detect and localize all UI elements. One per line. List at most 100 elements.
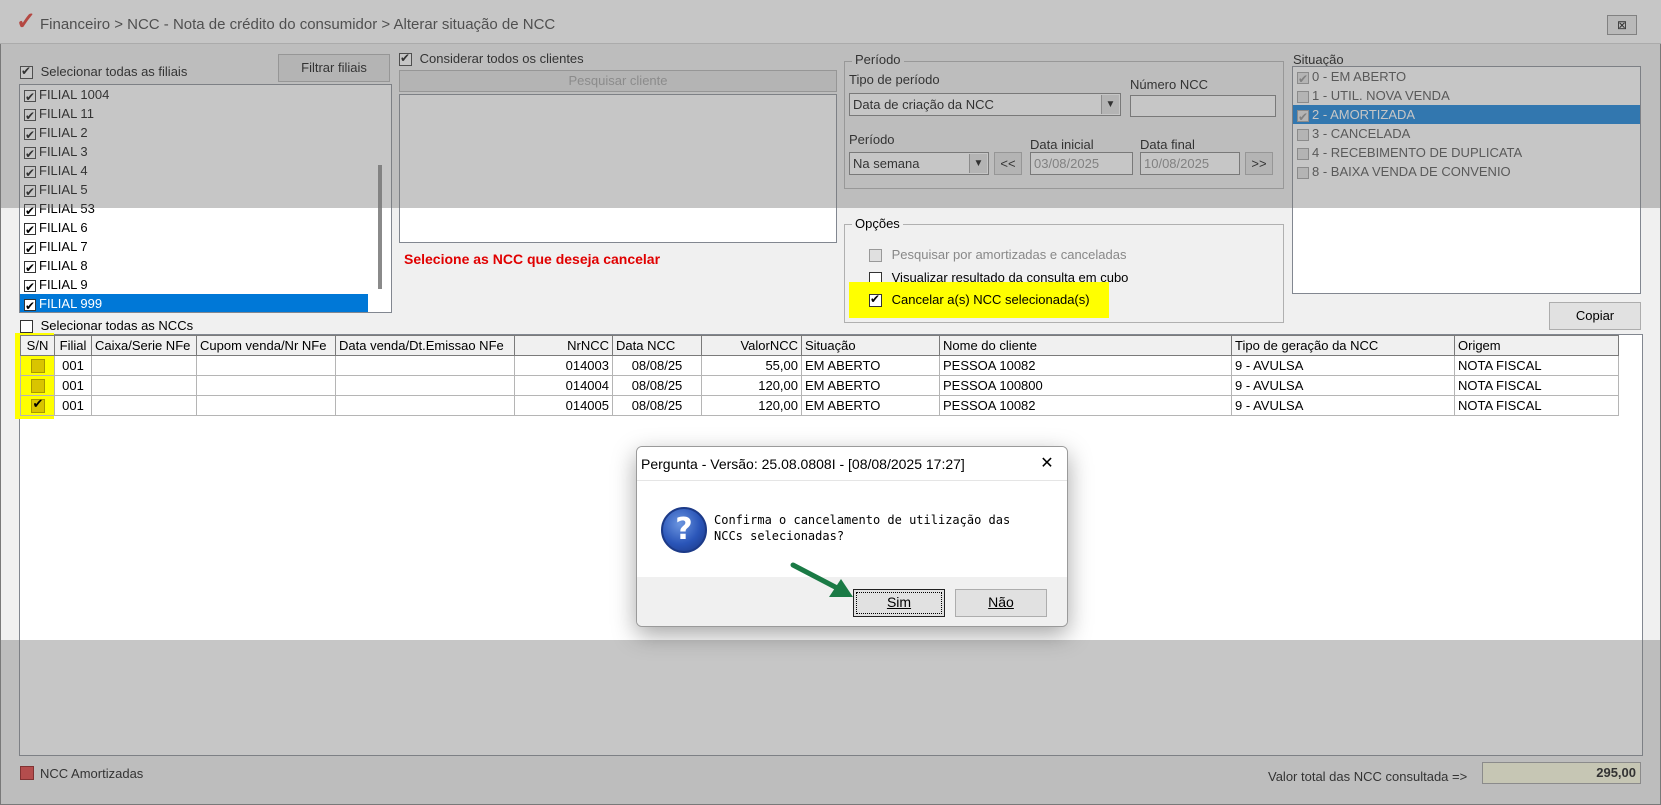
filial-checkbox[interactable]: [24, 126, 36, 145]
option-search-amortized[interactable]: Pesquisar por amortizadas e canceladas: [869, 247, 1126, 263]
filial-item[interactable]: FILIAL 4: [20, 161, 391, 183]
situacao-checkbox[interactable]: [1297, 147, 1309, 160]
cell-valor: 120,00: [701, 395, 802, 416]
option-cancel-selected[interactable]: Cancelar a(s) NCC selecionada(s): [869, 292, 1090, 308]
column-header[interactable]: Data venda/Dt.Emissao NFe: [335, 335, 515, 356]
filial-item[interactable]: FILIAL 7: [20, 237, 391, 259]
filial-item[interactable]: FILIAL 8: [20, 256, 391, 278]
clients-listbox[interactable]: [399, 94, 837, 243]
select-all-nccs[interactable]: Selecionar todas as NCCs: [20, 318, 193, 334]
situacao-item[interactable]: 1 - UTIL. NOVA VENDA: [1293, 86, 1640, 105]
situacao-checkbox[interactable]: [1297, 90, 1309, 103]
filial-checkbox[interactable]: [24, 107, 36, 126]
column-header[interactable]: S/N: [20, 335, 55, 356]
situacao-item[interactable]: 2 - AMORTIZADA: [1293, 105, 1640, 127]
search-client-button[interactable]: Pesquisar cliente: [399, 70, 837, 92]
column-header[interactable]: ValorNCC: [701, 335, 802, 356]
consider-all-clients[interactable]: Considerar todos os clientes: [399, 51, 584, 67]
filial-label: FILIAL 7: [39, 239, 88, 254]
row-select-checkbox[interactable]: [30, 359, 45, 374]
filial-checkbox[interactable]: [24, 240, 36, 259]
cell-situacao: EM ABERTO: [801, 355, 940, 376]
consider-all-clients-checkbox[interactable]: [399, 51, 412, 67]
filial-checkbox[interactable]: [24, 88, 36, 107]
cell-filial: 001: [54, 395, 92, 416]
situacao-listbox[interactable]: 0 - EM ABERTO 1 - UTIL. NOVA VENDA 2 - AMO…: [1292, 66, 1641, 294]
filial-checkbox[interactable]: [24, 183, 36, 202]
select-all-nccs-checkbox[interactable]: [20, 320, 33, 334]
table-row[interactable]: 001 014004 08/08/25 120,00 EM ABERTO PESSOA 1…: [20, 375, 1619, 396]
column-header[interactable]: Nome do cliente: [939, 335, 1232, 356]
column-header[interactable]: Data NCC: [612, 335, 702, 356]
data-inicial-input[interactable]: 03/08/2025: [1030, 152, 1133, 175]
row-select-cell[interactable]: [20, 375, 55, 396]
situacao-checkbox[interactable]: [1297, 70, 1309, 89]
filial-item[interactable]: FILIAL 5: [20, 180, 391, 202]
cell-origem: NOTA FISCAL: [1454, 375, 1619, 396]
filial-item[interactable]: FILIAL 9: [20, 275, 391, 297]
chevron-down-icon[interactable]: ▼: [969, 154, 987, 173]
row-select-checkbox[interactable]: [30, 396, 45, 414]
situacao-group-title: Situação: [1293, 52, 1344, 67]
filial-checkbox[interactable]: [24, 259, 36, 278]
filial-checkbox[interactable]: [24, 278, 36, 297]
chevron-down-icon[interactable]: ▼: [1101, 95, 1119, 114]
column-header[interactable]: NrNCC: [514, 335, 613, 356]
next-period-button[interactable]: >>: [1245, 152, 1273, 175]
filial-item[interactable]: FILIAL 999: [20, 294, 368, 312]
filter-filiais-button[interactable]: Filtrar filiais: [278, 54, 390, 82]
option-cancel-selected-checkbox[interactable]: [869, 292, 882, 308]
filial-checkbox[interactable]: [24, 297, 36, 312]
filial-label: FILIAL 6: [39, 220, 88, 235]
column-header[interactable]: Filial: [54, 335, 92, 356]
situacao-item[interactable]: 4 - RECEBIMENTO DE DUPLICATA: [1293, 143, 1640, 162]
situacao-item[interactable]: 0 - EM ABERTO: [1293, 67, 1640, 89]
filiais-scrollbar-thumb[interactable]: [378, 165, 382, 289]
filial-item[interactable]: FILIAL 1004: [20, 85, 391, 107]
copy-button[interactable]: Copiar: [1549, 302, 1641, 330]
previous-period-button[interactable]: <<: [994, 152, 1022, 175]
column-header[interactable]: Caixa/Serie NFe: [91, 335, 197, 356]
total-value: 295,00: [1482, 762, 1641, 784]
yes-button[interactable]: Sim: [853, 589, 945, 617]
filiais-listbox[interactable]: FILIAL 1004 FILIAL 11 FILIAL 2 FILIAL 3 FILI…: [19, 84, 392, 313]
situacao-checkbox[interactable]: [1297, 108, 1309, 127]
situacao-checkbox[interactable]: [1297, 128, 1309, 141]
row-select-checkbox[interactable]: [30, 379, 45, 394]
filial-item[interactable]: FILIAL 3: [20, 142, 391, 164]
select-all-filiais[interactable]: Selecionar todas as filiais: [20, 64, 187, 80]
filial-checkbox[interactable]: [24, 221, 36, 240]
option-search-amortized-checkbox[interactable]: [869, 249, 882, 263]
row-select-cell[interactable]: [20, 355, 55, 376]
filial-item[interactable]: FILIAL 11: [20, 104, 391, 126]
cell-filial: 001: [54, 355, 92, 376]
no-button[interactable]: Não: [955, 589, 1047, 617]
cell-valor: 120,00: [701, 375, 802, 396]
filial-checkbox[interactable]: [24, 145, 36, 164]
data-final-input[interactable]: 10/08/2025: [1140, 152, 1240, 175]
consider-all-clients-label: Considerar todos os clientes: [419, 51, 584, 66]
column-header[interactable]: Cupom venda/Nr NFe: [196, 335, 336, 356]
table-row[interactable]: 001 01400508/08/25120,00EM ABERTOPESSOA 1…: [20, 395, 1619, 416]
situacao-item[interactable]: 8 - BAIXA VENDA DE CONVENIO: [1293, 162, 1640, 181]
select-all-filiais-checkbox[interactable]: [20, 64, 33, 80]
filial-item[interactable]: FILIAL 2: [20, 123, 391, 145]
filial-item[interactable]: FILIAL 6: [20, 218, 391, 240]
dialog-close-button[interactable]: ✕: [1033, 453, 1061, 475]
situacao-item[interactable]: 3 - CANCELADA: [1293, 124, 1640, 143]
tipo-periodo-select[interactable]: Data de criação da NCC ▼: [849, 93, 1121, 116]
column-header[interactable]: Origem: [1454, 335, 1619, 356]
row-select-cell[interactable]: [20, 395, 55, 416]
column-header[interactable]: Tipo de geração da NCC: [1231, 335, 1455, 356]
close-window-button[interactable]: ⊠: [1607, 15, 1637, 35]
filial-checkbox[interactable]: [24, 202, 36, 221]
periodo-select[interactable]: Na semana ▼: [849, 152, 989, 175]
cell-tipo: 9 - AVULSA: [1231, 375, 1455, 396]
filial-item[interactable]: FILIAL 53: [20, 199, 391, 221]
column-header[interactable]: Situação: [801, 335, 940, 356]
table-row[interactable]: 001 014003 08/08/25 55,00 EM ABERTO PESSOA 10…: [20, 355, 1619, 376]
filial-checkbox[interactable]: [24, 164, 36, 183]
cell-caixa: [91, 395, 197, 416]
situacao-checkbox[interactable]: [1297, 166, 1309, 179]
numero-ncc-input[interactable]: [1130, 95, 1276, 117]
